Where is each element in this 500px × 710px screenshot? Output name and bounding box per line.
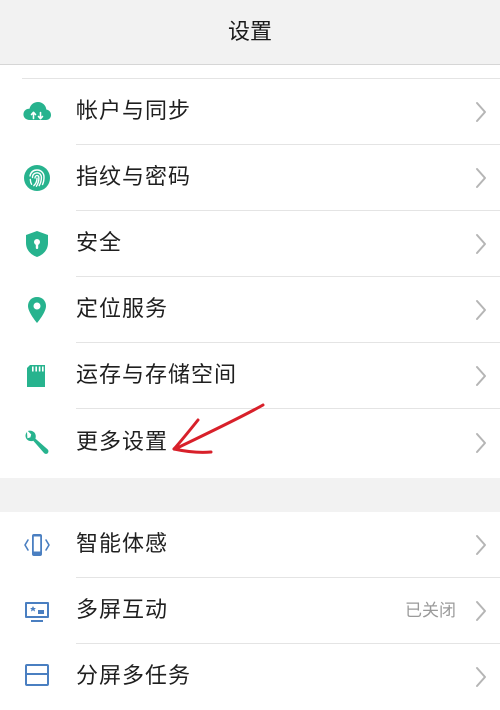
- settings-item-multi-screen[interactable]: 多屏互动 已关闭: [0, 578, 500, 644]
- settings-item-label: 定位服务: [76, 297, 169, 322]
- settings-item-label: 运存与存储空间: [76, 363, 238, 388]
- chevron-right-icon: [476, 300, 486, 320]
- settings-item-label: 安全: [76, 231, 123, 256]
- settings-item-fingerprint-password[interactable]: 指纹与密码: [0, 145, 500, 211]
- phone-motion-icon: [22, 531, 52, 559]
- fingerprint-icon: [22, 164, 52, 192]
- settings-item-label: 智能体感: [76, 532, 169, 557]
- cloud-sync-icon: [22, 98, 52, 126]
- wrench-icon: [22, 429, 52, 457]
- split-screen-icon: [22, 663, 52, 691]
- settings-item-location-service[interactable]: 定位服务: [0, 277, 500, 343]
- section-separator: [0, 478, 500, 512]
- shield-icon: [22, 230, 52, 258]
- settings-item-smart-motion[interactable]: 智能体感: [0, 512, 500, 578]
- settings-item-label: 更多设置: [76, 430, 169, 455]
- chevron-right-icon: [476, 102, 486, 122]
- chevron-right-icon: [476, 366, 486, 386]
- screen-cast-icon: [22, 597, 52, 625]
- sd-card-icon: [22, 362, 52, 390]
- row-divider: [76, 408, 500, 409]
- chevron-right-icon: [476, 535, 486, 555]
- settings-item-label: 指纹与密码: [76, 165, 192, 190]
- chevron-right-icon: [476, 168, 486, 188]
- title-bar: 设置: [0, 0, 500, 65]
- chevron-right-icon: [476, 601, 486, 621]
- settings-item-split-screen[interactable]: 分屏多任务: [0, 644, 500, 710]
- page-title: 设置: [227, 20, 272, 45]
- settings-item-security[interactable]: 安全: [0, 211, 500, 277]
- location-pin-icon: [22, 296, 52, 324]
- settings-item-label: 帐户与同步: [76, 99, 192, 124]
- settings-item-account-sync[interactable]: 帐户与同步: [0, 79, 500, 145]
- chevron-right-icon: [476, 433, 486, 453]
- settings-item-label: 分屏多任务: [76, 664, 192, 689]
- status-value: 已关闭: [405, 601, 456, 621]
- chevron-right-icon: [476, 234, 486, 254]
- settings-item-label: 多屏互动: [76, 598, 169, 623]
- settings-item-memory-storage[interactable]: 运存与存储空间: [0, 343, 500, 409]
- settings-item-more-settings[interactable]: 更多设置: [0, 410, 500, 476]
- chevron-right-icon: [476, 667, 486, 687]
